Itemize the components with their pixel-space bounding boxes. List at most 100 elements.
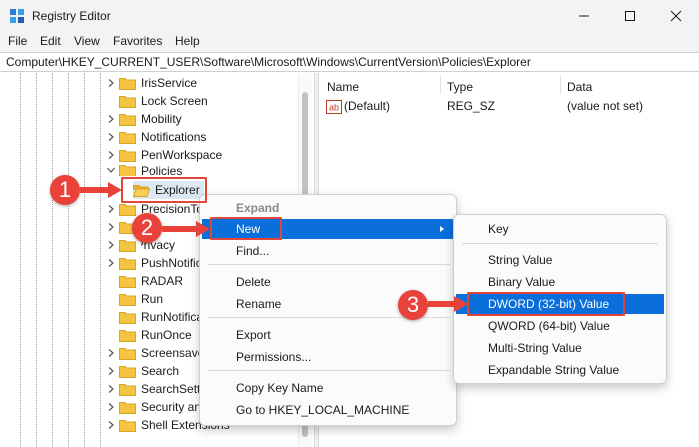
address-path[interactable]: Computer\HKEY_CURRENT_USER\Software\Micr… (6, 55, 531, 69)
chevron-right-icon (108, 133, 114, 141)
tree-item-label: RunOnce (141, 328, 192, 342)
menu-file[interactable]: File (8, 34, 27, 48)
tree-item[interactable]: PenWorkspace (106, 146, 222, 164)
svg-text:ab: ab (329, 102, 339, 112)
menu-separator (208, 370, 450, 371)
tree-guide-line (100, 73, 101, 447)
folder-icon (119, 383, 136, 396)
menu-item-find[interactable]: Find... (202, 241, 454, 261)
tree-item[interactable]: RunOnce (106, 326, 192, 344)
tree-item[interactable]: Mobility (106, 110, 182, 128)
value-row-name[interactable]: ab (Default) (326, 99, 390, 114)
arrow-right-icon (80, 182, 122, 198)
menu-separator (462, 243, 658, 244)
submenu-item-string-value[interactable]: String Value (456, 250, 664, 270)
column-header-data[interactable]: Data (567, 80, 592, 94)
step-badge-3: 3 (398, 290, 428, 320)
menu-help[interactable]: Help (175, 34, 200, 48)
menu-edit[interactable]: Edit (40, 34, 61, 48)
tree-item-label: Notifications (141, 130, 207, 144)
tree-item-label: IrisService (141, 76, 198, 90)
folder-icon (119, 347, 136, 360)
maximize-button[interactable] (607, 0, 653, 32)
tree-item[interactable]: Security an (106, 398, 201, 416)
maximize-icon (625, 11, 635, 21)
tree-item-label: Security an (141, 400, 202, 414)
chevron-down-icon (107, 167, 115, 173)
folder-icon (119, 329, 136, 342)
menu-bar (0, 32, 699, 52)
tree-item[interactable]: IrisService (106, 74, 197, 92)
string-value-icon: ab (326, 99, 342, 114)
chevron-right-icon (108, 349, 114, 357)
tree-item-label: Run (141, 292, 164, 306)
menu-item-goto-hklm[interactable]: Go to HKEY_LOCAL_MACHINE (202, 400, 454, 420)
column-divider[interactable] (560, 76, 561, 94)
folder-icon (119, 419, 136, 432)
menu-item-export[interactable]: Export (202, 325, 454, 345)
minimize-button[interactable] (561, 0, 607, 32)
submenu-item-multi-string-value[interactable]: Multi-String Value (456, 338, 664, 358)
folder-icon (119, 293, 136, 306)
folder-icon (119, 113, 136, 126)
close-button[interactable] (653, 0, 699, 32)
menu-view[interactable]: View (74, 34, 100, 48)
step-badge-1: 1 (50, 175, 80, 205)
chevron-right-icon (108, 223, 114, 231)
tree-guide-line (52, 73, 53, 447)
submenu-item-key[interactable]: Key (456, 219, 664, 239)
tree-item[interactable]: RADAR (106, 272, 183, 290)
tree-guide-line (84, 73, 85, 447)
chevron-right-icon (440, 226, 444, 232)
tree-item[interactable]: Screensave (106, 344, 204, 362)
menu-favorites[interactable]: Favorites (113, 34, 162, 48)
folder-icon (119, 203, 136, 216)
tree-item[interactable]: Notifications (106, 128, 206, 146)
folder-icon (119, 311, 136, 324)
column-divider[interactable] (440, 76, 441, 94)
tree-item[interactable]: Search (106, 362, 179, 380)
tree-item-label: Screensave (141, 346, 205, 360)
chevron-right-icon (108, 151, 114, 159)
tree-item[interactable]: SearchSetti (106, 380, 203, 398)
tree-item[interactable]: Run (106, 290, 163, 308)
folder-icon (119, 95, 136, 108)
tree-item[interactable]: PushNotific (106, 254, 202, 272)
step-badge-2: 2 (132, 213, 162, 243)
chevron-right-icon (108, 241, 114, 249)
minimize-icon (579, 15, 589, 17)
menu-item-delete[interactable]: Delete (202, 272, 454, 292)
value-data: (value not set) (567, 99, 644, 113)
tree-guide-line (36, 73, 37, 447)
tree-item[interactable]: RunNotifica (106, 308, 203, 326)
chevron-right-icon (108, 79, 114, 87)
submenu-item-binary-value[interactable]: Binary Value (456, 272, 664, 292)
value-type: REG_SZ (447, 99, 496, 113)
column-header-name[interactable]: Name (327, 80, 359, 94)
chevron-right-icon (108, 259, 114, 267)
folder-icon (119, 131, 136, 144)
tree-item-label: Lock Screen (141, 94, 208, 108)
arrow-right-icon (428, 296, 468, 312)
callout-box-new (210, 217, 282, 240)
window-title: Registry Editor (32, 9, 111, 23)
submenu-item-qword-value[interactable]: QWORD (64-bit) Value (456, 316, 664, 336)
chevron-right-icon (108, 403, 114, 411)
folder-icon (119, 401, 136, 414)
menu-item-permissions[interactable]: Permissions... (202, 347, 454, 367)
submenu-item-expandable-string-value[interactable]: Expandable String Value (456, 360, 664, 380)
tree-item[interactable]: Lock Screen (106, 92, 208, 110)
tree-item[interactable]: Policies (106, 164, 182, 176)
menu-item-expand[interactable]: Expand (202, 198, 454, 218)
menu-item-copy-key-name[interactable]: Copy Key Name (202, 378, 454, 398)
close-icon (670, 10, 682, 22)
registry-editor-icon (10, 9, 24, 23)
tree-item-label: SearchSetti (141, 382, 204, 396)
column-header-type[interactable]: Type (447, 80, 473, 94)
folder-icon (119, 239, 136, 252)
folder-icon (119, 164, 136, 176)
